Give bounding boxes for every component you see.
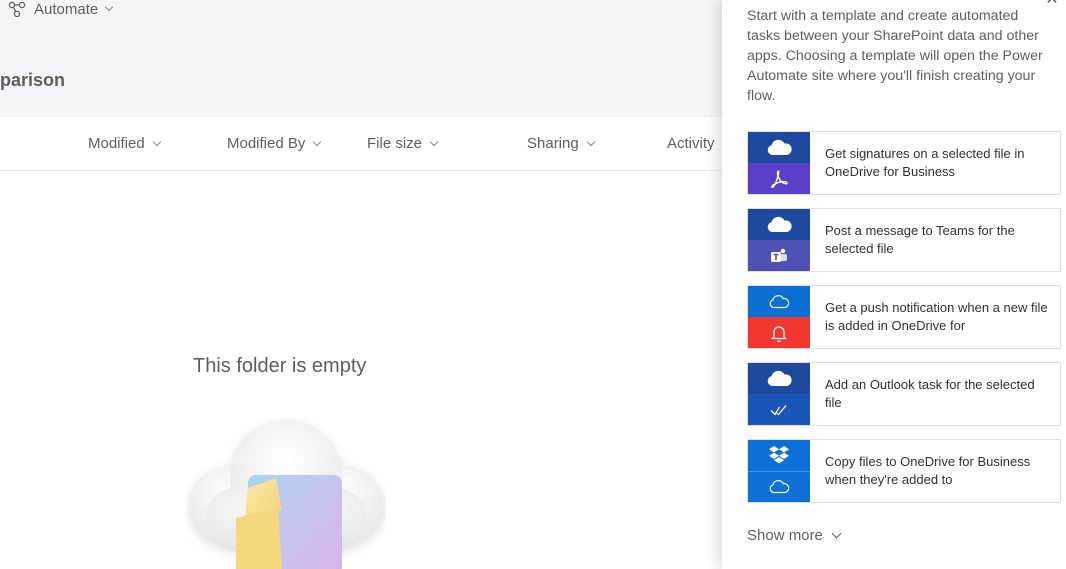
panel-description: Start with a template and create automat… (747, 8, 1043, 104)
automate-template-panel: ✕ Start with a template and create autom… (722, 0, 1066, 569)
template-label: Post a message to Teams for the selected… (825, 223, 1015, 256)
bell-icon (748, 317, 810, 348)
column-header-row: Modified Modified By File size Sharing A… (0, 117, 722, 171)
template-icons (748, 209, 810, 271)
template-card-teams[interactable]: Post a message to Teams for the selected… (747, 208, 1061, 272)
onedrive-icon (748, 209, 810, 240)
onedrive-icon (748, 470, 810, 502)
column-label: Modified By (227, 135, 306, 152)
chevron-down-icon (104, 2, 114, 12)
chevron-down-icon (152, 137, 161, 146)
template-card-outlook-task[interactable]: Add an Outlook task for the selected fil… (747, 362, 1061, 426)
dropbox-icon (748, 440, 810, 471)
template-label: Get signatures on a selected file in One… (825, 146, 1025, 179)
chevron-down-icon (831, 528, 842, 538)
column-label: File size (367, 135, 423, 152)
column-label: Modified (88, 135, 145, 152)
onedrive-icon (748, 286, 810, 317)
chevron-down-icon (586, 137, 595, 146)
show-more-button[interactable]: Show more (747, 525, 842, 545)
template-card-push-notification[interactable]: Get a push notification when a new file … (747, 285, 1061, 349)
teams-icon (748, 240, 810, 271)
empty-folder-title: This folder is empty (193, 355, 367, 377)
template-card-signatures[interactable]: Get signatures on a selected file in One… (747, 131, 1061, 195)
onedrive-icon (748, 363, 810, 394)
template-label: Add an Outlook task for the selected fil… (825, 377, 1035, 410)
onedrive-icon (748, 132, 810, 163)
automate-label: Automate (34, 0, 99, 18)
template-label: Copy files to OneDrive for Business when… (825, 454, 1031, 487)
template-card-dropbox-copy[interactable]: Copy files to OneDrive for Business when… (747, 439, 1061, 503)
template-icons (748, 132, 810, 194)
adobe-sign-icon (748, 163, 810, 194)
task-check-icon (748, 394, 810, 425)
show-more-label: Show more (747, 526, 823, 544)
column-header-file-size[interactable]: File size (367, 117, 439, 170)
flow-icon (8, 1, 26, 17)
chevron-down-icon (429, 137, 439, 146)
template-icons (748, 286, 810, 348)
template-icons (748, 363, 810, 425)
column-header-activity[interactable]: Activity (667, 117, 715, 170)
automate-menu[interactable]: Automate (8, 0, 114, 18)
empty-folder-illustration (189, 420, 384, 569)
column-label: Activity (667, 135, 715, 152)
template-label: Get a push notification when a new file … (825, 300, 1048, 333)
page-title: parison (0, 70, 66, 90)
column-header-modified[interactable]: Modified (88, 117, 161, 170)
template-icons (748, 440, 810, 502)
library-header: Automate parison (0, 0, 722, 117)
chevron-down-icon (313, 137, 322, 146)
column-header-sharing[interactable]: Sharing (527, 117, 595, 170)
column-header-modified-by[interactable]: Modified By (227, 117, 322, 170)
column-label: Sharing (527, 135, 579, 152)
